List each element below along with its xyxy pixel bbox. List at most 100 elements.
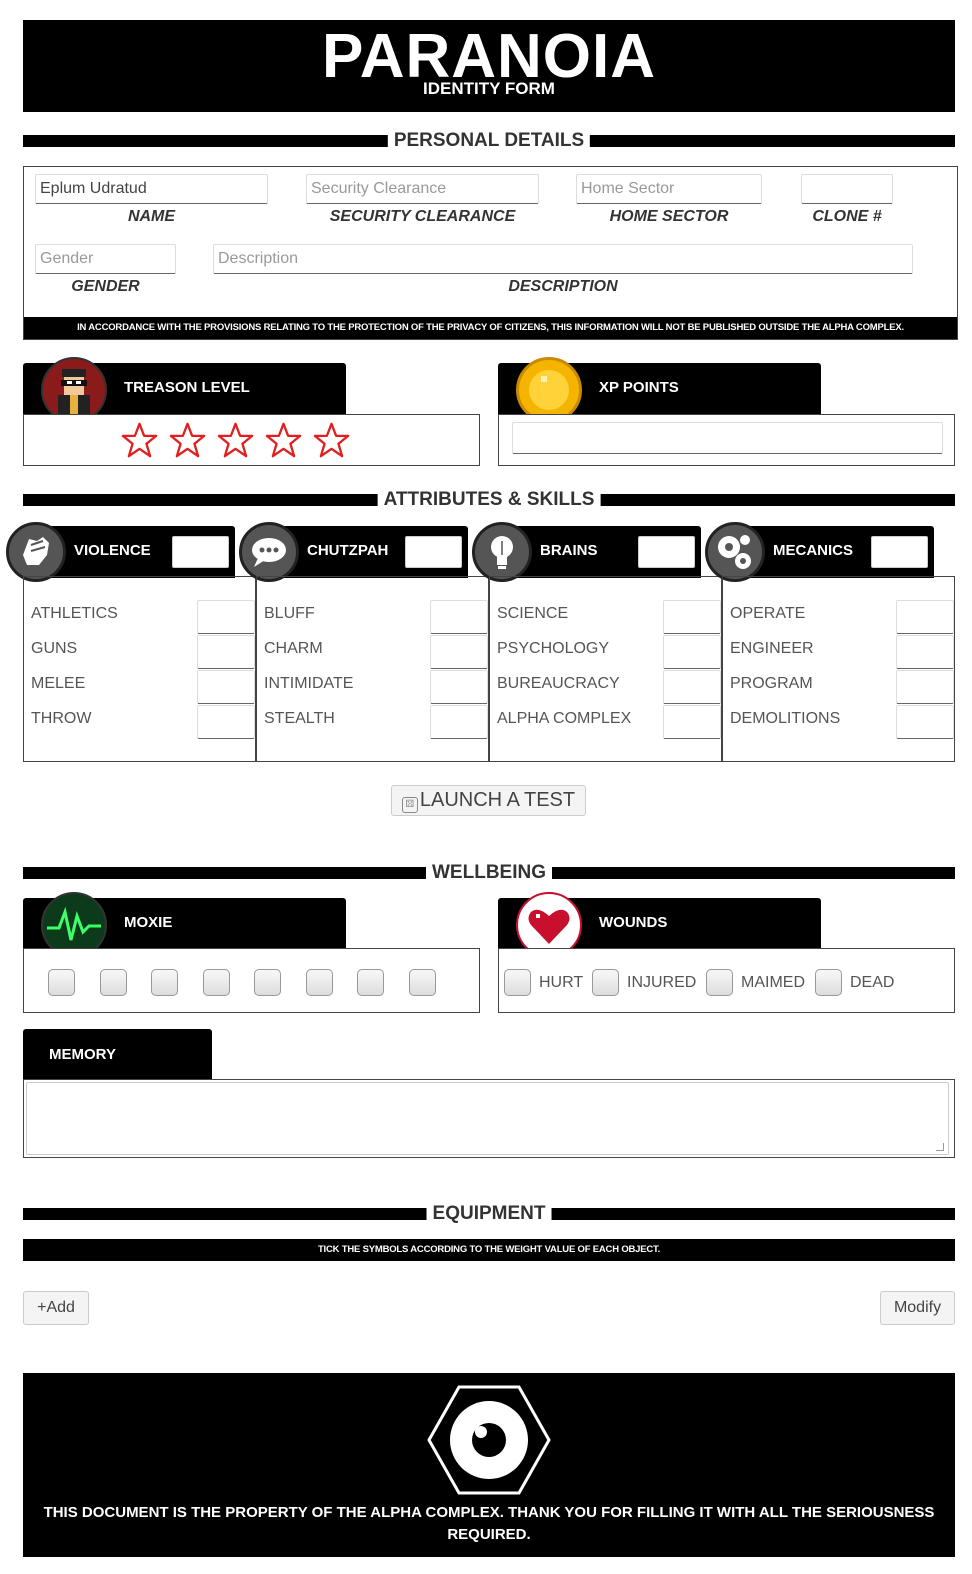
skill-score-field[interactable] [663, 670, 721, 704]
wound-checkbox-dead[interactable] [815, 969, 842, 996]
skill-label: THROW [31, 710, 92, 727]
launch-test-label: LAUNCH A TEST [419, 789, 576, 811]
moxie-checkbox-3[interactable] [151, 969, 178, 996]
xp-field[interactable] [512, 422, 943, 454]
memory-textarea[interactable] [26, 1082, 949, 1155]
skill-label: CHARM [264, 640, 323, 657]
skill-score-field[interactable] [896, 670, 954, 704]
skill-label: DEMOLITIONS [730, 710, 841, 727]
clone-number-label: CLONE # [812, 208, 882, 225]
attribute-name: BRAINS [540, 542, 598, 559]
skill-score-field[interactable] [896, 705, 954, 739]
skill-score-field[interactable] [663, 705, 721, 739]
skill-score-field[interactable] [896, 635, 954, 669]
moxie-checkbox-1[interactable] [48, 969, 75, 996]
skill-label: ATHLETICS [31, 605, 118, 622]
section-heading-wellbeing: WELLBEING [23, 861, 955, 885]
attribute-name: MECANICS [773, 542, 854, 559]
skill-label: INTIMIDATE [264, 675, 354, 692]
resize-handle-icon[interactable] [936, 1143, 944, 1151]
attribute-tab-mecanics: MECANICS [705, 522, 934, 582]
wound-label-maimed: MAIMED [741, 974, 805, 991]
footer: THIS DOCUMENT IS THE PROPERTY OF THE ALP… [23, 1373, 955, 1557]
fist-icon [6, 522, 66, 582]
wound-checkbox-injured[interactable] [592, 969, 619, 996]
speech-bubble-icon [239, 522, 299, 582]
die-icon: ⚄ [401, 797, 418, 813]
skill-score-field[interactable] [430, 635, 488, 669]
skill-label: MELEE [31, 675, 86, 692]
footer-text: THIS DOCUMENT IS THE PROPERTY OF THE ALP… [43, 1504, 935, 1543]
moxie-checkbox-6[interactable] [305, 969, 333, 996]
name-field[interactable]: Eplum Udratud [35, 174, 268, 204]
wound-label-injured: INJURED [627, 974, 697, 991]
skill-label: ALPHA COMPLEX [497, 710, 632, 727]
treason-panel [23, 414, 480, 466]
wound-label-hurt: HURT [539, 974, 584, 991]
gears-icon [705, 522, 765, 582]
attribute-tab-chutzpah: CHUTZPAH [239, 522, 468, 582]
home-sector-label: HOME SECTOR [609, 208, 729, 225]
skill-label: ENGINEER [730, 640, 814, 657]
moxie-panel [23, 948, 480, 1013]
treason-label: TREASON LEVEL [124, 379, 250, 396]
memory-panel [23, 1079, 955, 1158]
skill-column-violence: ATHLETICS GUNS MELEE THROW [23, 576, 256, 762]
section-heading-personal: PERSONAL DETAILS [23, 129, 955, 153]
alpha-complex-eye-icon [427, 1385, 551, 1495]
section-heading-attributes: ATTRIBUTES & SKILLS [23, 488, 955, 512]
lightbulb-icon [472, 522, 532, 582]
treason-star-1[interactable] [121, 422, 158, 459]
description-field[interactable]: Description [213, 244, 913, 274]
skill-label: OPERATE [730, 605, 806, 622]
treason-star-5[interactable] [313, 422, 350, 459]
launch-test-button[interactable]: ⚄ LAUNCH A TEST [391, 785, 586, 816]
treason-star-2[interactable] [169, 422, 206, 459]
wound-checkbox-maimed[interactable] [706, 969, 733, 996]
page-header: PARANOIA IDENTITY FORM [23, 20, 955, 112]
attribute-score-field[interactable] [871, 536, 928, 568]
treason-star-4[interactable] [265, 422, 302, 459]
privacy-notice: IN ACCORDANCE WITH THE PROVISIONS RELATI… [24, 317, 957, 339]
security-clearance-field[interactable]: Security Clearance [306, 174, 539, 204]
attribute-name: VIOLENCE [74, 542, 151, 559]
skill-score-field[interactable] [663, 635, 721, 669]
skill-label: SCIENCE [497, 605, 569, 622]
skill-score-field[interactable] [430, 600, 488, 634]
attribute-score-field[interactable] [405, 536, 462, 568]
skill-score-field[interactable] [430, 670, 488, 704]
moxie-checkbox-8[interactable] [408, 969, 436, 996]
skill-score-field[interactable] [197, 705, 255, 739]
gender-label: GENDER [71, 278, 140, 295]
skill-score-field[interactable] [896, 600, 954, 634]
add-equipment-button[interactable]: +Add [23, 1291, 89, 1325]
skill-label: STEALTH [264, 710, 335, 727]
skill-score-field[interactable] [663, 600, 721, 634]
skill-label: BUREAUCRACY [497, 675, 620, 692]
home-sector-field[interactable]: Home Sector [576, 174, 762, 204]
wound-checkbox-hurt[interactable] [504, 969, 531, 996]
gender-field[interactable]: Gender [35, 244, 176, 274]
security-clearance-label: SECURITY CLEARANCE [329, 208, 516, 225]
moxie-checkbox-7[interactable] [357, 969, 384, 996]
xp-panel [498, 414, 955, 466]
skill-score-field[interactable] [197, 670, 255, 704]
moxie-checkbox-4[interactable] [202, 969, 230, 996]
modify-equipment-button[interactable]: Modify [880, 1291, 955, 1325]
attribute-score-field[interactable] [172, 536, 229, 568]
equipment-notice: TICK THE SYMBOLS ACCORDING TO THE WEIGHT… [23, 1239, 955, 1261]
clone-number-field[interactable] [801, 174, 893, 204]
skill-score-field[interactable] [430, 705, 488, 739]
attribute-score-field[interactable] [638, 536, 695, 568]
skill-label: PROGRAM [730, 675, 813, 692]
moxie-checkbox-5[interactable] [254, 969, 281, 996]
personal-details-panel: Eplum Udratud NAME Security Clearance SE… [23, 166, 958, 340]
moxie-checkbox-2[interactable] [99, 969, 127, 996]
name-label: NAME [127, 208, 176, 225]
treason-star-3[interactable] [217, 422, 254, 459]
skill-score-field[interactable] [197, 600, 255, 634]
description-label: DESCRIPTION [508, 278, 618, 295]
attribute-tab-violence: VIOLENCE [6, 522, 235, 582]
skill-score-field[interactable] [197, 635, 255, 669]
attribute-name: CHUTZPAH [307, 542, 389, 559]
